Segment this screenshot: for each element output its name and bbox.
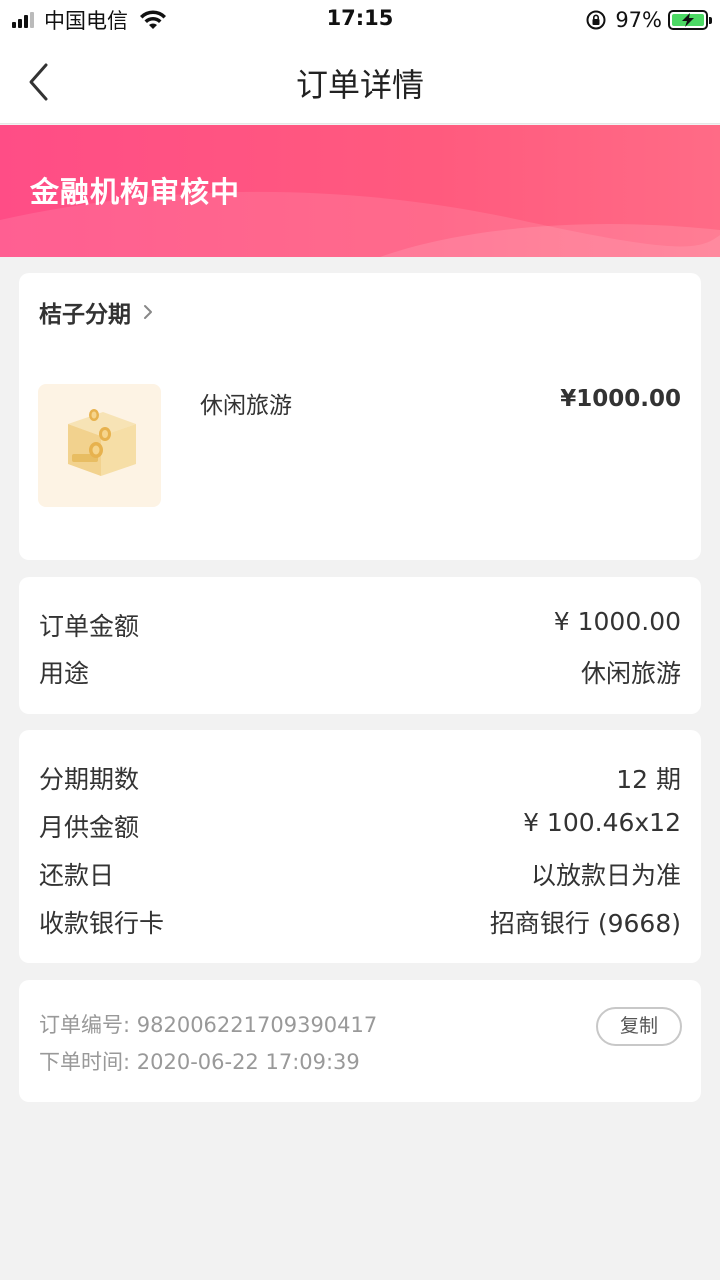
battery-percent: 97% xyxy=(615,8,662,32)
order-time: 下单时间: 2020-06-22 17:09:39 xyxy=(39,1050,360,1074)
coin-box-icon xyxy=(68,409,136,476)
repayment-date-row: 还款日 以放款日为准 xyxy=(39,856,681,896)
order-amount-card: 订单金额 ¥ 1000.00 用途 休闲旅游 xyxy=(19,577,701,714)
row-label: 用途 xyxy=(39,659,90,688)
status-banner: 金融机构审核中 xyxy=(0,125,720,257)
purpose-row: 用途 休闲旅游 xyxy=(39,654,681,694)
row-value: ¥ 100.46x12 xyxy=(523,808,681,837)
installment-count-row: 分期期数 12 期 xyxy=(39,760,681,800)
battery-icon xyxy=(668,10,712,30)
bank-card-row: 收款银行卡 招商银行 (9668) xyxy=(39,904,681,944)
nav-bar: 订单详情 xyxy=(0,40,720,124)
status-right: 97% xyxy=(585,6,712,34)
page-title: 订单详情 xyxy=(295,66,424,104)
row-value: 以放款日为准 xyxy=(530,861,681,890)
installment-plan-card: 分期期数 12 期 月供金额 ¥ 100.46x12 还款日 以放款日为准 收款… xyxy=(19,730,701,963)
rotation-lock-icon xyxy=(586,10,606,30)
product-card: 桔子分期 休闲旅游 ¥1000.00 xyxy=(19,273,701,560)
row-value: 招商银行 (9668) xyxy=(489,909,681,938)
order-meta-card: 订单编号: 982006221709390417 下单时间: 2020-06-2… xyxy=(19,980,701,1102)
order-number: 订单编号: 982006221709390417 xyxy=(39,1013,378,1037)
vendor-link[interactable]: 桔子分期 xyxy=(39,295,155,329)
row-label: 还款日 xyxy=(39,861,115,890)
row-label: 收款银行卡 xyxy=(39,909,165,938)
status-bar: 中国电信 17:15 97% xyxy=(0,0,720,40)
vendor-name: 桔子分期 xyxy=(39,302,131,328)
copy-button[interactable]: 复制 xyxy=(596,1007,682,1046)
row-label: 分期期数 xyxy=(39,765,140,794)
product-thumbnail xyxy=(38,384,161,507)
order-amount-row: 订单金额 ¥ 1000.00 xyxy=(39,607,681,647)
row-value: ¥ 1000.00 xyxy=(553,607,681,636)
order-status-text: 金融机构审核中 xyxy=(30,175,241,209)
chevron-right-icon xyxy=(144,305,152,319)
monthly-payment-row: 月供金额 ¥ 100.46x12 xyxy=(39,808,681,848)
row-value: 休闲旅游 xyxy=(580,659,681,688)
product-price: ¥1000.00 xyxy=(560,386,681,412)
product-name: 休闲旅游 xyxy=(200,393,292,419)
row-label: 月供金额 xyxy=(39,813,140,842)
row-value: 12 期 xyxy=(616,765,681,794)
row-label: 订单金额 xyxy=(39,612,140,641)
